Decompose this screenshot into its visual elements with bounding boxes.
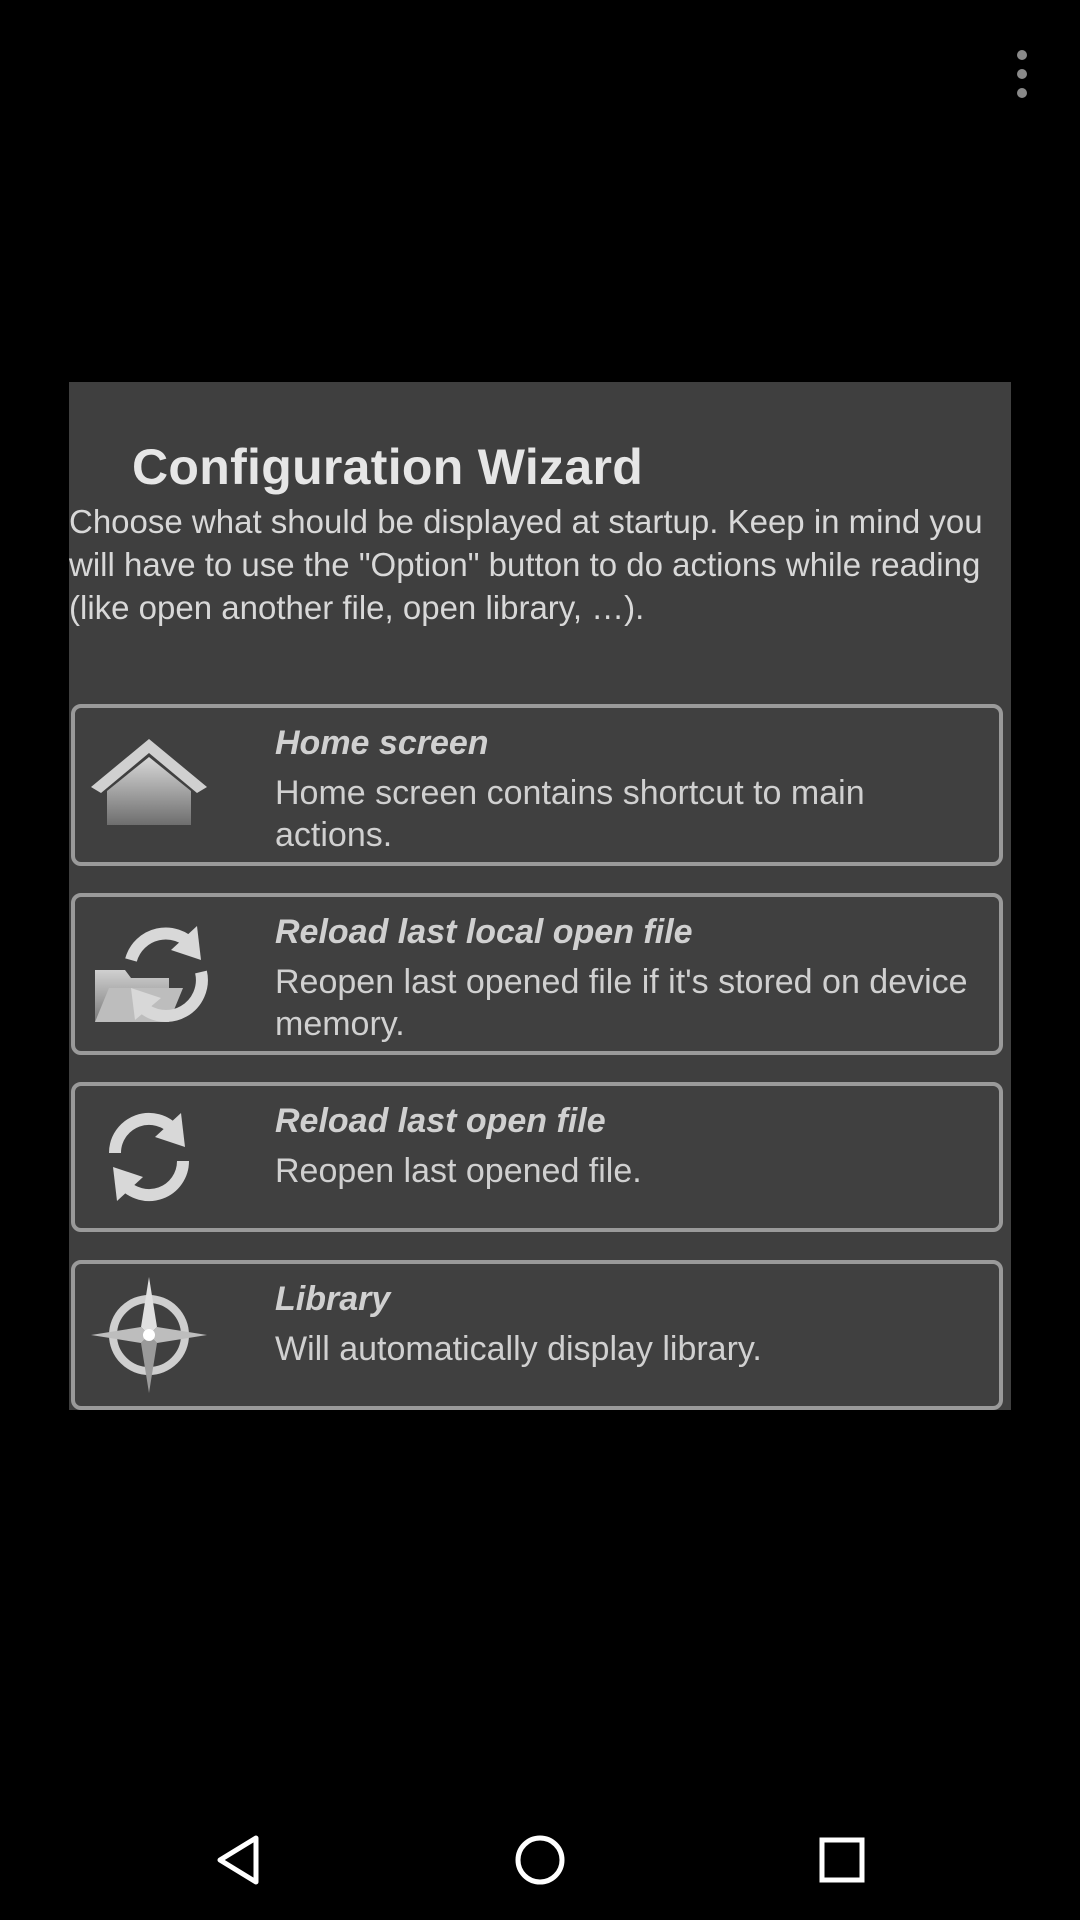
option-title: Reload last open file: [275, 1102, 606, 1140]
navigation-bar: [0, 1800, 1080, 1920]
folder-refresh-icon: [95, 926, 208, 1022]
option-title: Home screen: [275, 724, 489, 762]
option-title: Library: [275, 1280, 391, 1318]
more-vert-icon[interactable]: [1006, 50, 1038, 98]
option-library[interactable]: Library Will automatically display libra…: [71, 1260, 1003, 1410]
dialog-title: Configuration Wizard: [132, 439, 644, 495]
option-description: Reopen last opened file.: [275, 1152, 642, 1190]
configuration-wizard-dialog: Configuration Wizard Choose what should …: [69, 382, 1011, 1410]
option-description: Reopen last opened file if it's stored o…: [275, 963, 968, 1043]
option-home-screen[interactable]: Home screen Home screen contains shortcu…: [71, 704, 1003, 866]
option-description: Home screen contains shortcut to main ac…: [275, 774, 865, 854]
refresh-icon: [108, 1112, 190, 1202]
option-title: Reload last local open file: [275, 913, 693, 951]
compass-icon: [91, 1277, 207, 1393]
home-circle-icon[interactable]: [510, 1830, 570, 1890]
option-reload-last-open-file[interactable]: Reload last open file Reopen last opened…: [71, 1082, 1003, 1232]
option-reload-last-local-open-file[interactable]: Reload last local open file Reopen last …: [71, 893, 1003, 1055]
screen: Configuration Wizard Choose what should …: [0, 0, 1080, 1920]
recents-square-icon[interactable]: [812, 1830, 872, 1890]
option-description: Will automatically display library.: [275, 1330, 762, 1368]
home-icon: [91, 739, 207, 825]
back-triangle-icon[interactable]: [210, 1830, 270, 1890]
dialog-description: Choose what should be displayed at start…: [69, 503, 983, 626]
